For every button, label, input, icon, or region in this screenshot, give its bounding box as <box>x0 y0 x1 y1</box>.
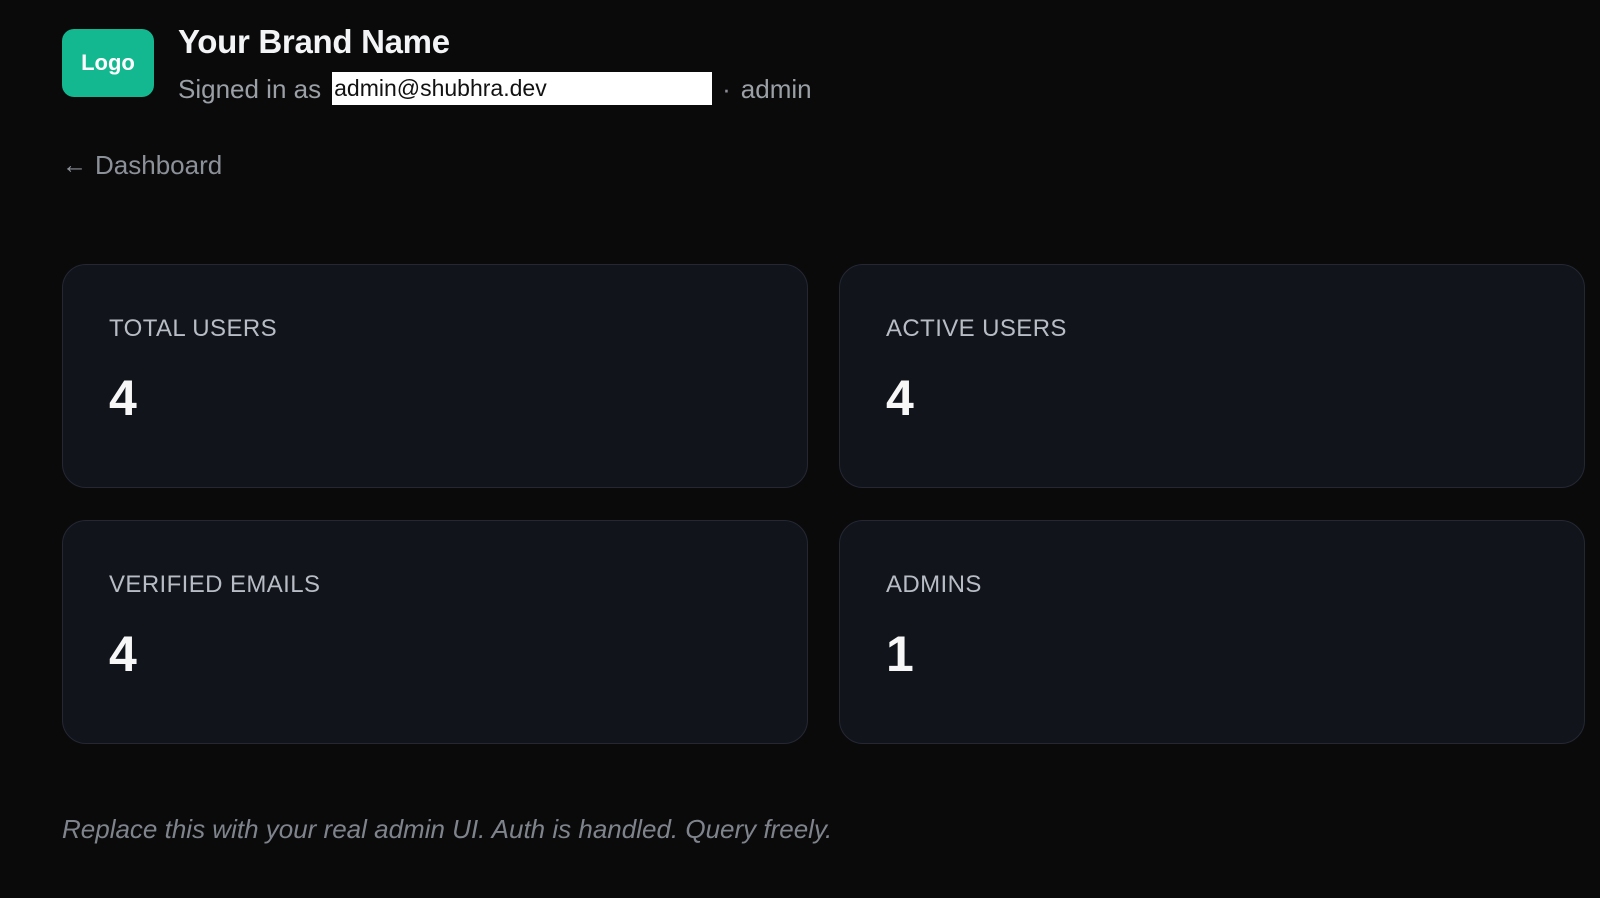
stat-label: VERIFIED EMAILS <box>109 571 321 598</box>
stat-card-verified-emails: VERIFIED EMAILS 4 <box>62 520 808 744</box>
stat-value: 4 <box>886 370 914 426</box>
user-role: admin <box>740 73 812 104</box>
footer-note: Replace this with your real admin UI. Au… <box>62 814 833 844</box>
stat-card-admins: ADMINS 1 <box>839 520 1585 744</box>
app-header: Logo Your Brand Name Signed in as admin@… <box>62 25 812 105</box>
stat-card-total-users: TOTAL USERS 4 <box>62 264 808 488</box>
back-link-label: Dashboard <box>95 150 223 180</box>
back-arrow-icon: ← <box>62 151 87 179</box>
user-email: admin@shubhra.dev <box>332 72 713 105</box>
separator: · <box>722 73 731 104</box>
back-to-dashboard-link[interactable]: ← Dashboard <box>62 150 222 181</box>
signed-in-line: Signed in as admin@shubhra.dev · admin <box>178 72 812 105</box>
stat-card-active-users: ACTIVE USERS 4 <box>839 264 1585 488</box>
stat-label: ACTIVE USERS <box>886 315 1067 342</box>
admin-page: Logo Your Brand Name Signed in as admin@… <box>0 0 1600 898</box>
stats-grid: TOTAL USERS 4 ACTIVE USERS 4 VERIFIED EM… <box>62 264 1585 744</box>
stat-value: 4 <box>109 370 137 426</box>
stat-label: ADMINS <box>886 571 982 598</box>
stat-value: 1 <box>886 626 914 682</box>
stat-label: TOTAL USERS <box>109 315 277 342</box>
brand-name: Your Brand Name <box>178 23 450 60</box>
stat-value: 4 <box>109 626 137 682</box>
brand-logo: Logo <box>62 29 154 97</box>
signed-in-prefix: Signed in as <box>178 73 322 104</box>
brand-block: Your Brand Name Signed in as admin@shubh… <box>178 25 812 105</box>
